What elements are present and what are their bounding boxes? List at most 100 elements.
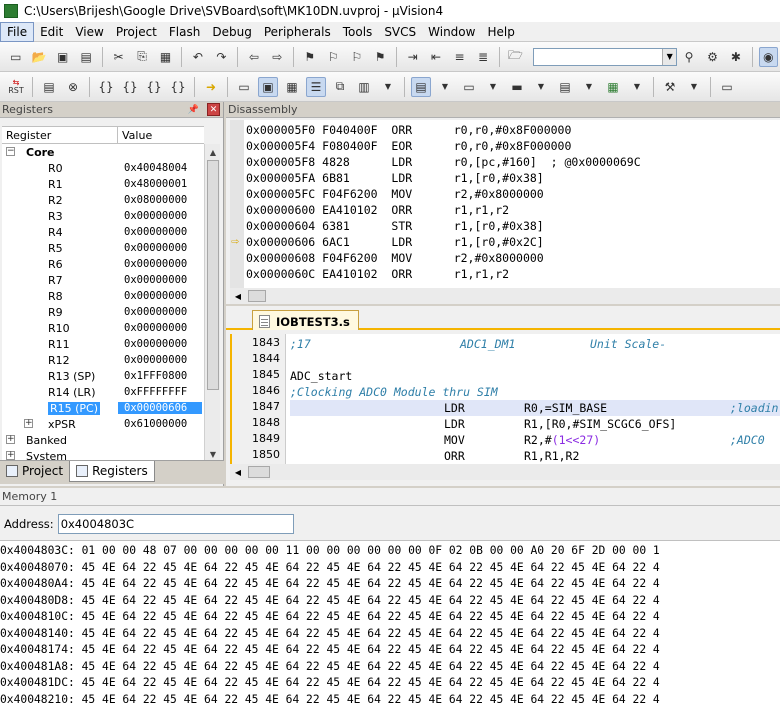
disassembly-line[interactable]: 0x000005F0 F040400F ORR r0,r0,#0x8F00000… [246, 122, 571, 138]
register-value[interactable]: 0x00000606 [118, 402, 202, 414]
register-value[interactable]: 0x00000000 [118, 338, 187, 350]
save-all-icon[interactable]: ▤ [76, 47, 95, 67]
registers-scrollbar[interactable]: ▲ ▼ [204, 144, 220, 462]
indent-icon[interactable]: ⇥ [403, 47, 422, 67]
run-to-cursor-icon[interactable]: {} [168, 77, 188, 97]
disassembly-line[interactable]: 0x000005FC F04F6200 MOV r2,#0x8000000 [246, 186, 544, 202]
register-row[interactable]: R8 0x00000000 [2, 288, 204, 304]
register-value[interactable]: 0x08000000 [118, 194, 187, 206]
debug-session-icon[interactable]: ◉ [758, 46, 779, 67]
register-row[interactable]: R6 0x00000000 [2, 256, 204, 272]
register-row[interactable]: R0 0x40048004 [2, 160, 204, 176]
command-window-icon[interactable]: ▭ [234, 77, 254, 97]
register-value[interactable]: 0x00000000 [118, 258, 187, 270]
scroll-up-icon[interactable]: ▲ [205, 144, 221, 160]
register-value[interactable]: 0x1FFF0800 [118, 370, 187, 382]
register-row[interactable]: R5 0x00000000 [2, 240, 204, 256]
close-icon[interactable]: ✕ [207, 103, 220, 116]
register-value[interactable]: 0x00000000 [118, 354, 187, 366]
undo-icon[interactable]: ↶ [188, 47, 207, 67]
register-row[interactable]: R13 (SP) 0x1FFF0800 [2, 368, 204, 384]
register-row[interactable]: R14 (LR) 0xFFFFFFFF [2, 384, 204, 400]
memory-row[interactable]: 0x400481A8: 45 4E 64 22 45 4E 64 22 45 4… [0, 659, 660, 675]
nav-forward-icon[interactable]: ⇨ [268, 47, 287, 67]
call-stack-icon[interactable]: ⧉ [330, 77, 350, 97]
scroll-left-icon[interactable]: ◀ [230, 464, 246, 480]
memory-row[interactable]: 0x4004803C: 01 00 00 48 07 00 00 00 00 0… [0, 543, 660, 559]
register-value[interactable]: 0x00000000 [118, 306, 187, 318]
menu-peripherals[interactable]: Peripherals [258, 23, 337, 41]
system-viewer-dropdown-icon[interactable]: ▼ [627, 77, 647, 97]
tab-iobtest3[interactable]: IOBTEST3.s [252, 310, 359, 330]
tab-registers[interactable]: Registers [69, 461, 155, 482]
memory-row[interactable]: 0x400480A4: 45 4E 64 22 45 4E 64 22 45 4… [0, 576, 660, 592]
scroll-thumb[interactable] [207, 160, 219, 390]
system-viewer-icon[interactable]: ▦ [603, 77, 623, 97]
register-value[interactable]: 0x00000000 [118, 322, 187, 334]
analysis-dropdown-icon[interactable]: ▼ [531, 77, 551, 97]
register-value[interactable]: 0x00000000 [118, 274, 187, 286]
disassembly-view[interactable]: ⇨ 0x000005F0 F040400F ORR r0,r0,#0x8F000… [230, 120, 780, 288]
disassembly-line[interactable]: 0x00000608 F04F6200 MOV r2,#0x8000000 [246, 250, 544, 266]
tree-group-core[interactable]: − Core [2, 144, 204, 160]
menu-project[interactable]: Project [110, 23, 163, 41]
pin-icon[interactable]: 📌 [188, 105, 199, 115]
serial-dropdown-icon[interactable]: ▼ [483, 77, 503, 97]
watch-dropdown-icon[interactable]: ▼ [378, 77, 398, 97]
register-value[interactable]: 0x00000000 [118, 242, 187, 254]
bookmark-prev-icon[interactable]: ⚐ [324, 47, 343, 67]
register-value[interactable]: 0xFFFFFFFF [118, 386, 187, 398]
menu-edit[interactable]: Edit [34, 23, 69, 41]
disassembly-window-icon[interactable]: ▣ [258, 76, 278, 97]
register-row[interactable]: + xPSR 0x61000000 [2, 416, 204, 432]
show-next-statement-icon[interactable]: ➜ [201, 77, 221, 97]
comment-icon[interactable]: ≡ [450, 47, 469, 67]
tab-project[interactable]: Project [0, 461, 69, 481]
registers-window-icon[interactable]: ☰ [306, 76, 326, 97]
expand-icon[interactable]: + [24, 419, 33, 428]
source-line[interactable]: LDR R0,=SIM_BASE ;loadin [290, 400, 780, 416]
menu-file[interactable]: File [0, 21, 35, 42]
collapse-icon[interactable]: − [6, 147, 15, 156]
new-file-icon[interactable]: ▭ [6, 47, 25, 67]
expand-icon[interactable]: + [6, 451, 15, 460]
register-row[interactable]: R2 0x08000000 [2, 192, 204, 208]
window-layout-icon[interactable]: ▭ [717, 77, 737, 97]
register-row[interactable]: R12 0x00000000 [2, 352, 204, 368]
memory-row[interactable]: 0x40048070: 45 4E 64 22 45 4E 64 22 45 4… [0, 560, 660, 576]
menu-svcs[interactable]: SVCS [378, 23, 422, 41]
register-value[interactable]: 0x00000000 [118, 210, 187, 222]
redo-icon[interactable]: ↷ [212, 47, 231, 67]
register-value[interactable]: 0x61000000 [118, 418, 187, 430]
register-row[interactable]: R3 0x00000000 [2, 208, 204, 224]
cut-icon[interactable]: ✂ [109, 47, 128, 67]
menu-debug[interactable]: Debug [206, 23, 257, 41]
disassembly-line[interactable]: 0x00000604 6381 STR r1,[r0,#0x38] [246, 218, 544, 234]
serial-window-icon[interactable]: ▭ [459, 77, 479, 97]
trace-dropdown-icon[interactable]: ▼ [579, 77, 599, 97]
menu-flash[interactable]: Flash [163, 23, 206, 41]
toolbox-icon[interactable]: ⚒ [660, 77, 680, 97]
memory-dump[interactable]: 0x4004803C: 01 00 00 48 07 00 00 00 00 0… [0, 540, 780, 714]
register-row[interactable]: R4 0x00000000 [2, 224, 204, 240]
register-value[interactable]: 0x00000000 [118, 290, 187, 302]
memory-row[interactable]: 0x40048174: 45 4E 64 22 45 4E 64 22 45 4… [0, 642, 660, 658]
register-column-header[interactable]: Register [2, 127, 118, 143]
unindent-icon[interactable]: ⇤ [426, 47, 445, 67]
disassembly-gutter[interactable]: ⇨ [230, 120, 244, 288]
menu-view[interactable]: View [69, 23, 109, 41]
copy-icon[interactable]: ⎘ [132, 47, 151, 67]
register-value[interactable]: 0x00000000 [118, 226, 187, 238]
watch-window-icon[interactable]: ▥ [354, 77, 374, 97]
disassembly-line[interactable]: 0x00000600 EA410102 ORR r1,r1,r2 [246, 202, 509, 218]
find-in-files-icon[interactable]: 🗁 [506, 47, 525, 67]
symbols-window-icon[interactable]: ▦ [282, 77, 302, 97]
tree-group-banked[interactable]: + Banked [2, 432, 204, 448]
bookmark-clear-icon[interactable]: ⚑ [370, 47, 389, 67]
disassembly-line[interactable]: 0x000005F4 F080400F EOR r0,r0,#0x8F00000… [246, 138, 571, 154]
chevron-down-icon[interactable]: ▼ [662, 48, 677, 65]
run-icon[interactable]: ▤ [39, 77, 59, 97]
expand-icon[interactable]: + [6, 435, 15, 444]
incremental-find-icon[interactable]: ⚲ [679, 47, 698, 67]
disassembly-line[interactable]: 0x0000060C EA410102 ORR r1,r1,r2 [246, 266, 509, 282]
